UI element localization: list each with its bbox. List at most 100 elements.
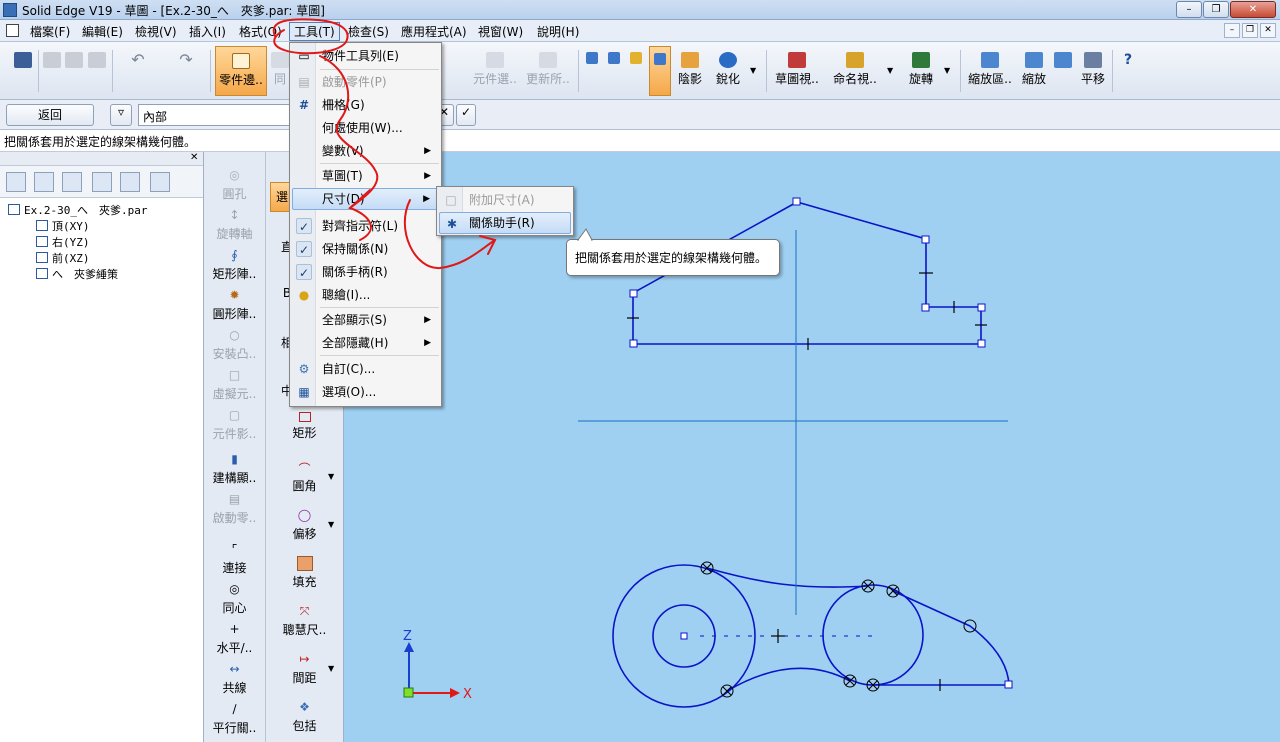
menu-item-alignment-indicator[interactable]: ✓ 對齊指示符(L) xyxy=(292,215,439,237)
offset-dropdown-icon[interactable]: ▼ xyxy=(328,520,334,529)
mount-boss-button[interactable]: ○ 安裝凸.. xyxy=(204,328,265,362)
menu-format[interactable]: 格式(O) xyxy=(237,23,284,40)
filter-select[interactable]: 內部 xyxy=(138,104,290,126)
sharpen-button[interactable]: 銳化 xyxy=(712,46,744,96)
mdi-close-button[interactable]: ✕ xyxy=(1260,23,1276,38)
named-view-dropdown-icon[interactable]: ▼ xyxy=(887,66,893,75)
named-view-button[interactable]: 命名視.. xyxy=(830,46,880,96)
menu-applications[interactable]: 應用程式(A) xyxy=(399,23,469,40)
undo-button[interactable]: ↶ xyxy=(118,46,158,96)
rect-pattern-button[interactable]: ∮ 矩形陣.. xyxy=(204,248,265,282)
horizontal-vertical-button[interactable]: + 水平/.. xyxy=(204,622,265,656)
update-all-button[interactable]: 更新所.. xyxy=(524,46,572,96)
menu-item-where-used[interactable]: 何處使用(W)... xyxy=(292,117,439,139)
menu-help[interactable]: 說明(H) xyxy=(535,23,581,40)
tab-library[interactable] xyxy=(120,172,140,192)
tools-menu: ▭ 物件工具列(E) ▤ 啟動零件(P) # 柵格(G) 何處使用(W)... 變數(… xyxy=(289,42,442,407)
menu-item-object-toolbar[interactable]: ▭ 物件工具列(E) xyxy=(292,45,439,67)
hole-button[interactable]: ◎ 圓孔 xyxy=(204,168,265,202)
menu-item-sketch[interactable]: 草圖(T) ▶ xyxy=(292,165,439,187)
help-button[interactable]: ? xyxy=(1116,46,1140,96)
tab-family[interactable] xyxy=(150,172,170,192)
menu-item-attach-dimension[interactable]: □ 附加尺寸(A) xyxy=(439,189,571,211)
connect-button[interactable]: ⌜ 連接 xyxy=(204,542,265,576)
menu-item-show-all[interactable]: 全部顯示(S) ▶ xyxy=(292,309,439,331)
view-top-button[interactable] xyxy=(605,46,623,96)
view-sketch-button[interactable] xyxy=(649,46,671,96)
view-iso-button[interactable] xyxy=(583,46,601,96)
copy-button[interactable] xyxy=(64,46,84,96)
concentric-button[interactable]: ◎ 同心 xyxy=(204,582,265,616)
smart-dimension-button[interactable]: ⤧ 聰慧尺.. xyxy=(266,604,343,638)
tree-item-right-plane[interactable]: 右(YZ) xyxy=(8,234,203,250)
cut-button[interactable] xyxy=(42,46,62,96)
part-edge-button[interactable]: 零件邊.. xyxy=(215,46,267,96)
construction-display-button[interactable]: ▮ 建構顯.. xyxy=(204,452,265,486)
revolve-axis-button[interactable]: ↕ 旋轉軸 xyxy=(204,208,265,242)
tab-features[interactable] xyxy=(62,172,82,192)
paste-button[interactable] xyxy=(86,46,108,96)
accept-icon[interactable]: ✓ xyxy=(456,104,476,126)
sharpen-dropdown-icon[interactable]: ▼ xyxy=(750,66,756,75)
menu-item-relation-handles[interactable]: ✓ 關係手柄(R) xyxy=(292,261,439,283)
pan-button[interactable]: 平移 xyxy=(1078,46,1108,96)
menu-item-relationship-assistant[interactable]: ✱ 關係助手(R) xyxy=(439,212,571,234)
fillet-dropdown-icon[interactable]: ▼ xyxy=(328,472,334,481)
menu-item-activate-part[interactable]: ▤ 啟動零件(P) xyxy=(292,71,439,93)
rotate-dropdown-icon[interactable]: ▼ xyxy=(944,66,950,75)
menu-tools[interactable]: 工具(T) xyxy=(289,22,340,41)
menu-item-intellisketch[interactable]: ● 聰繪(I)... xyxy=(292,284,439,306)
tab-sensors[interactable] xyxy=(92,172,112,192)
tree-item-sketch[interactable]: へ 夾爹綞策 xyxy=(8,266,203,282)
fit-button[interactable] xyxy=(1052,46,1074,96)
menu-file[interactable]: 檔案(F) xyxy=(28,23,72,40)
tree-item-front-plane[interactable]: 前(XZ) xyxy=(8,250,203,266)
tree-item-top-plane[interactable]: 頂(XY) xyxy=(8,218,203,234)
menu-item-dimension[interactable]: 尺寸(D) ▶ xyxy=(292,188,439,210)
minimize-button[interactable]: – xyxy=(1176,1,1202,18)
maximize-button[interactable]: ❐ xyxy=(1203,1,1229,18)
save-button[interactable] xyxy=(10,46,36,96)
same-button[interactable]: 同 xyxy=(270,46,290,96)
rectangle-button[interactable]: 矩形 xyxy=(266,412,343,441)
menu-inspect[interactable]: 檢查(S) xyxy=(346,23,391,40)
menu-item-maintain-relations[interactable]: ✓ 保持關係(N) xyxy=(292,238,439,260)
filter-icon[interactable]: ▿ xyxy=(110,104,132,126)
menu-edit[interactable]: 編輯(E) xyxy=(80,23,125,40)
sketch-view-button[interactable]: 草圖視.. xyxy=(772,46,822,96)
zoom-area-button[interactable]: 縮放區.. xyxy=(966,46,1014,96)
menu-item-options[interactable]: ▦ 選項(O)... xyxy=(292,381,439,403)
zoom-button[interactable]: 縮放 xyxy=(1018,46,1050,96)
menu-item-variables[interactable]: 變數(V) ▶ xyxy=(292,140,439,162)
parallel-button[interactable]: ∕ 平行關.. xyxy=(204,702,265,736)
circ-pattern-button[interactable]: ✹ 圓形陣.. xyxy=(204,288,265,322)
virtual-component-button[interactable]: □ 虛擬元.. xyxy=(204,368,265,402)
tree-root[interactable]: Ex.2-30_へ 夾爹.par xyxy=(8,202,203,218)
menu-window[interactable]: 視窗(W) xyxy=(476,23,525,40)
menu-item-customize[interactable]: ⚙ 自訂(C)... xyxy=(292,358,439,380)
include-button[interactable]: ❖ 包括 xyxy=(266,700,343,734)
shading-button[interactable]: 陰影 xyxy=(675,46,705,96)
distance-dropdown-icon[interactable]: ▼ xyxy=(328,664,334,673)
close-button[interactable]: ✕ xyxy=(1230,1,1276,18)
redo-button[interactable]: ↷ xyxy=(166,46,206,96)
menu-insert[interactable]: 插入(I) xyxy=(187,23,228,40)
fill-button[interactable]: 填充 xyxy=(266,556,343,590)
menu-view[interactable]: 檢視(V) xyxy=(133,23,179,40)
component-select-button[interactable]: 元件選.. xyxy=(470,46,520,96)
menu-item-hide-all[interactable]: 全部隱藏(H) ▶ xyxy=(292,332,439,354)
tab-feature-tree[interactable] xyxy=(6,172,26,192)
rotate-button[interactable]: 旋轉 xyxy=(905,46,937,96)
tab-layers[interactable] xyxy=(34,172,54,192)
component-image-button[interactable]: ▢ 元件影.. xyxy=(204,408,265,442)
panel-close-icon[interactable]: ✕ xyxy=(190,152,198,163)
activate-part-button[interactable]: ▤ 啟動零.. xyxy=(204,492,265,526)
view-front-button[interactable] xyxy=(627,46,645,96)
document-icon[interactable] xyxy=(6,24,19,37)
mdi-minimize-button[interactable]: – xyxy=(1224,23,1240,38)
mdi-restore-button[interactable]: ❐ xyxy=(1242,23,1258,38)
collinear-button[interactable]: ↔ 共線 xyxy=(204,662,265,696)
back-button[interactable]: 返回 xyxy=(6,104,94,126)
sketch-canvas[interactable] xyxy=(344,152,1280,742)
menu-item-grid[interactable]: # 柵格(G) xyxy=(292,94,439,116)
